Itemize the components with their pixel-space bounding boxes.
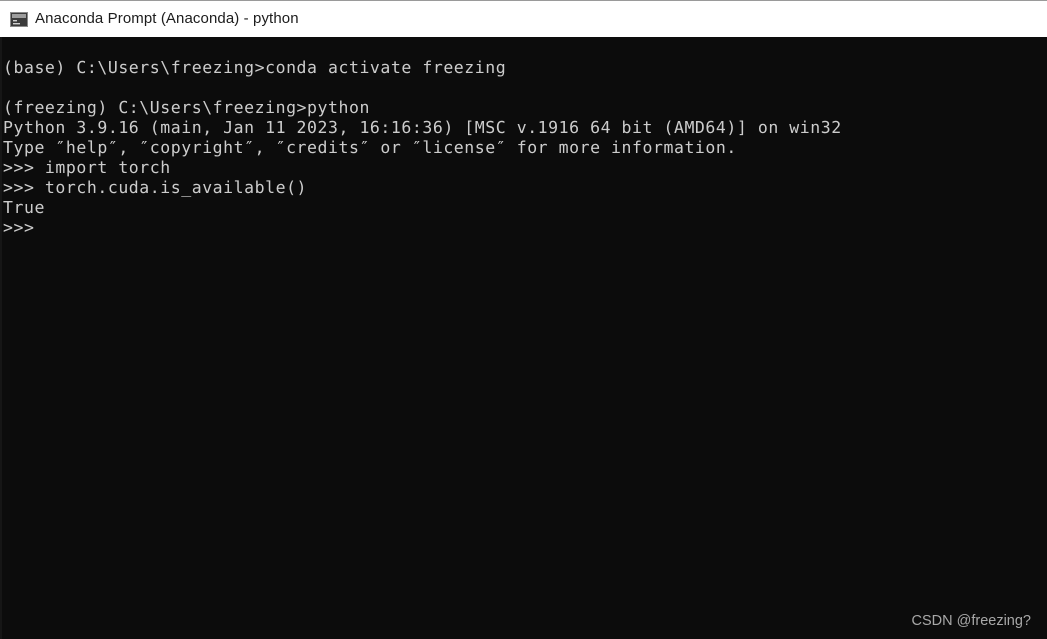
terminal-window: Anaconda Prompt (Anaconda) - python (bas… [0,0,1047,639]
console-window-icon [10,11,28,27]
window-title-text: Anaconda Prompt (Anaconda) - python [35,10,299,27]
console-text: (base) C:\Users\freezing>conda activate … [3,58,842,238]
terminal-line: >>> torch.cuda.is_available() [3,178,308,197]
window-titlebar[interactable]: Anaconda Prompt (Anaconda) - python [0,0,1047,37]
csdn-watermark: CSDN @freezing? [911,613,1031,629]
terminal-line: True [3,198,45,217]
terminal-line: Python 3.9.16 (main, Jan 11 2023, 16:16:… [3,118,842,137]
terminal-line: (freezing) C:\Users\freezing>python [3,98,370,117]
terminal-line: >>> import torch [3,158,171,177]
terminal-line: (base) C:\Users\freezing>conda activate … [3,58,507,77]
terminal-output-area[interactable]: (base) C:\Users\freezing>conda activate … [0,37,1047,639]
terminal-line: >>> [3,218,45,237]
terminal-line: Type ″help″, ″copyright″, ″credits″ or ″… [3,138,737,157]
